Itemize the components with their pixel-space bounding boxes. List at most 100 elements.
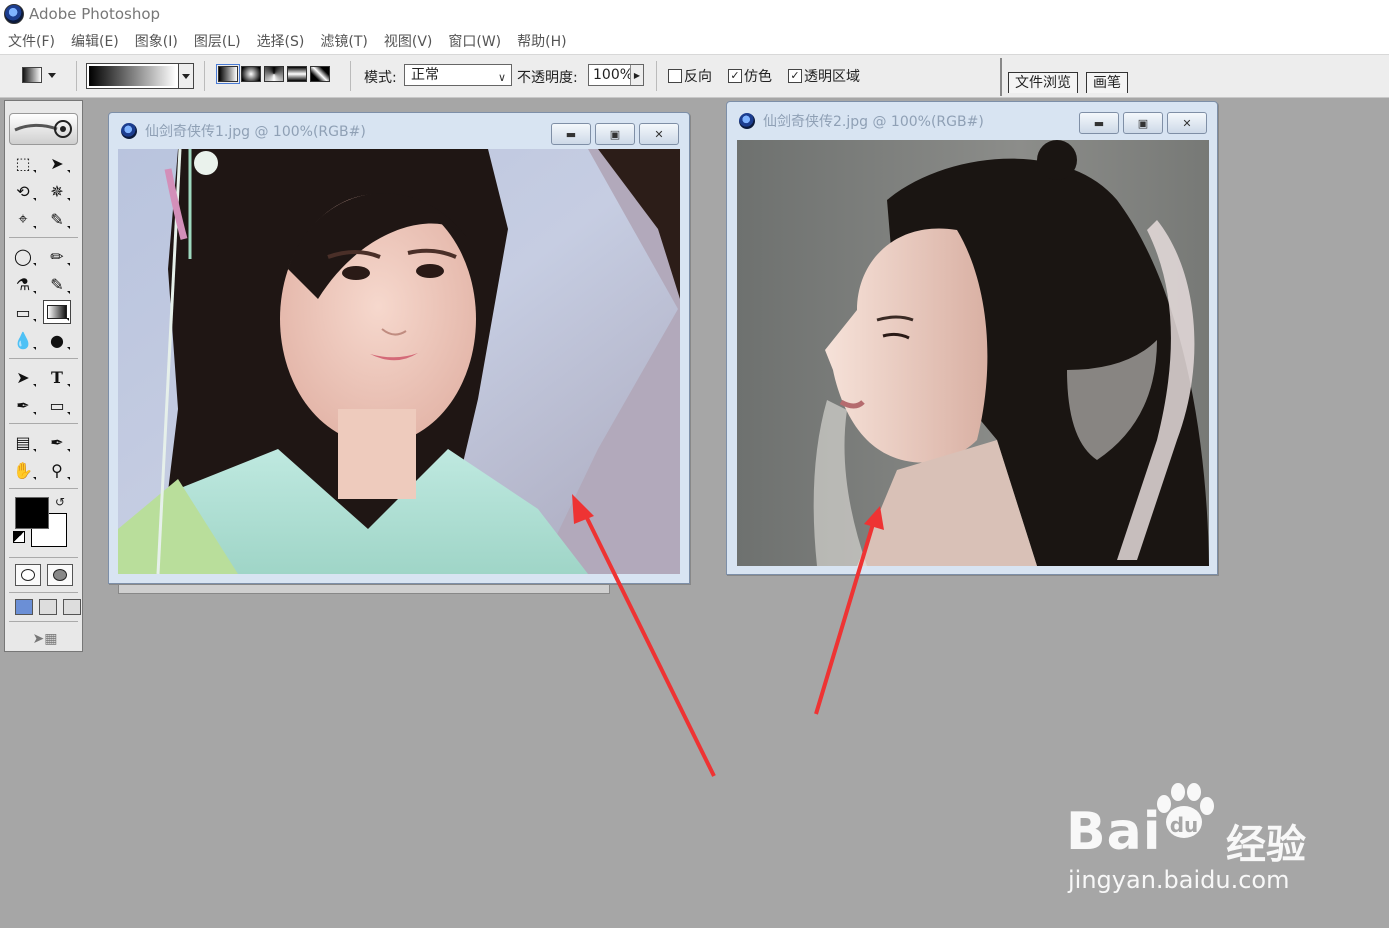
watermark-brand: Bai (1066, 802, 1162, 862)
jump-to-row: ➤▦ (5, 628, 82, 650)
dither-label: 仿色 (744, 69, 772, 85)
path-selection-tool-icon[interactable]: ➤ (9, 365, 37, 389)
transparency-checkbox[interactable]: ✓ 透明区域 (788, 66, 860, 86)
watermark-url: jingyan.baidu.com (1068, 866, 1290, 894)
menu-view[interactable]: 视图(V) (376, 31, 441, 51)
watermark-brand-cn: 经验 (1226, 822, 1306, 868)
divider (656, 61, 657, 91)
mode-value: 正常 (411, 67, 439, 83)
menu-help[interactable]: 帮助(H) (509, 31, 574, 51)
document-2-window-buttons: ▬ ▣ ✕ (1079, 112, 1207, 134)
healing-brush-tool-icon[interactable]: ◯ (9, 244, 37, 268)
eraser-tool-icon[interactable]: ▭ (9, 300, 37, 324)
swap-colors-icon[interactable]: ↺ (55, 495, 65, 509)
chevron-down-icon (48, 72, 56, 78)
notes-tool-icon[interactable]: ▤ (9, 430, 37, 454)
tool-grid: ⬚ ➤ ⟲ ✵ ⌖ ✎ (5, 151, 82, 231)
menu-select[interactable]: 选择(S) (249, 31, 313, 51)
document-2-titlebar[interactable]: 仙剑奇侠传2.jpg @ 100%(RGB#) ▬ ▣ ✕ (727, 102, 1217, 140)
photoshop-doc-icon (121, 123, 137, 139)
default-colors-icon[interactable] (13, 531, 25, 543)
reverse-checkbox[interactable]: 反向 (668, 66, 712, 86)
opacity-slider-arrow-icon[interactable]: ▶ (630, 65, 643, 85)
divider (204, 61, 205, 91)
linear-gradient-button[interactable] (216, 64, 240, 84)
minimize-icon: ▬ (1093, 116, 1105, 130)
diamond-gradient-button[interactable] (310, 66, 330, 82)
minimize-button[interactable]: ▬ (551, 123, 591, 145)
foreground-color-swatch[interactable] (15, 497, 49, 529)
document-2-title: 仙剑奇侠传2.jpg @ 100%(RGB#) (763, 114, 984, 130)
pen-tool-icon[interactable]: ✒ (9, 393, 37, 417)
type-tool-icon[interactable]: T (43, 365, 71, 389)
color-well: ↺ (5, 495, 82, 551)
checkmark-icon: ✓ (788, 69, 802, 83)
tab-file-browser[interactable]: 文件浏览 (1008, 72, 1078, 93)
tool-preset-picker[interactable] (22, 65, 68, 85)
standard-mode-icon (21, 569, 35, 581)
close-button[interactable]: ✕ (1167, 112, 1207, 134)
dodge-tool-icon[interactable]: ● (43, 328, 71, 352)
gradient-dropdown-button[interactable] (178, 64, 193, 88)
palette-well: 文件浏览 画笔 (1000, 58, 1389, 96)
menu-image[interactable]: 图象(I) (127, 31, 186, 51)
shape-tool-icon[interactable]: ▭ (43, 393, 71, 417)
angle-gradient-button[interactable] (264, 66, 284, 82)
gradient-picker[interactable] (86, 63, 194, 89)
magic-wand-tool-icon[interactable]: ✵ (43, 179, 71, 203)
brush-tool-icon[interactable]: ✏ (43, 244, 71, 268)
toolbox-header-logo[interactable] (9, 113, 78, 145)
screen-mode-row (5, 599, 82, 615)
menu-edit[interactable]: 编辑(E) (63, 31, 127, 51)
document-1-titlebar[interactable]: 仙剑奇侠传1.jpg @ 100%(RGB#) ▬ ▣ ✕ (109, 113, 689, 149)
maximize-button[interactable]: ▣ (1123, 112, 1163, 134)
document-1-scrollbar[interactable] (118, 584, 610, 594)
history-brush-tool-icon[interactable]: ✎ (43, 272, 71, 296)
eyedropper-tool-icon[interactable]: ✒ (43, 430, 71, 454)
dither-checkbox[interactable]: ✓ 仿色 (728, 66, 772, 86)
portrait-photo-1 (118, 149, 680, 574)
checkmark-icon: ✓ (728, 69, 742, 83)
mode-select[interactable]: 正常 ∨ (404, 64, 512, 86)
full-screen-mode-icon[interactable] (63, 599, 81, 615)
tab-brushes[interactable]: 画笔 (1086, 72, 1128, 93)
quick-mask-button[interactable] (47, 564, 73, 586)
marquee-tool-icon[interactable]: ⬚ (9, 151, 37, 175)
reverse-label: 反向 (684, 69, 712, 85)
app-titlebar: Adobe Photoshop (0, 0, 1389, 28)
blur-tool-icon[interactable]: 💧 (9, 328, 37, 352)
move-tool-icon[interactable]: ➤ (43, 151, 71, 175)
close-icon: ✕ (1182, 116, 1192, 130)
standard-mode-button[interactable] (15, 564, 41, 586)
slice-tool-icon[interactable]: ✎ (43, 207, 71, 231)
close-button[interactable]: ✕ (639, 123, 679, 145)
svg-text:du: du (1170, 813, 1199, 837)
tool-grid: ➤ T ✒ ▭ (5, 365, 82, 417)
zoom-tool-icon[interactable]: ⚲ (43, 458, 71, 482)
reflected-gradient-button[interactable] (287, 66, 307, 82)
jump-to-imageready-icon[interactable]: ➤▦ (15, 628, 75, 650)
full-screen-menu-mode-icon[interactable] (39, 599, 57, 615)
divider (76, 61, 77, 91)
hand-tool-icon[interactable]: ✋ (9, 458, 37, 482)
baidu-jingyan-watermark: Bai du 经验 jingyan.baidu.com (1066, 780, 1366, 900)
crop-tool-icon[interactable]: ⌖ (9, 207, 37, 231)
maximize-button[interactable]: ▣ (595, 123, 635, 145)
divider (350, 61, 351, 91)
menu-file[interactable]: 文件(F) (0, 31, 63, 51)
opacity-input[interactable]: 100% ▶ (588, 64, 644, 86)
minimize-button[interactable]: ▬ (1079, 112, 1119, 134)
gradient-tool-icon[interactable] (43, 300, 71, 324)
gradient-swatch (47, 305, 67, 319)
document-1-canvas[interactable] (118, 149, 680, 574)
radial-gradient-button[interactable] (241, 66, 261, 82)
menu-layer[interactable]: 图层(L) (186, 31, 249, 51)
standard-screen-mode-icon[interactable] (15, 599, 33, 615)
lasso-tool-icon[interactable]: ⟲ (9, 179, 37, 203)
menu-filter[interactable]: 滤镜(T) (312, 31, 375, 51)
clone-stamp-tool-icon[interactable]: ⚗ (9, 272, 37, 296)
photoshop-app-icon (4, 4, 24, 24)
document-2-canvas[interactable] (737, 140, 1209, 566)
minimize-icon: ▬ (565, 127, 577, 141)
menu-window[interactable]: 窗口(W) (440, 31, 509, 51)
